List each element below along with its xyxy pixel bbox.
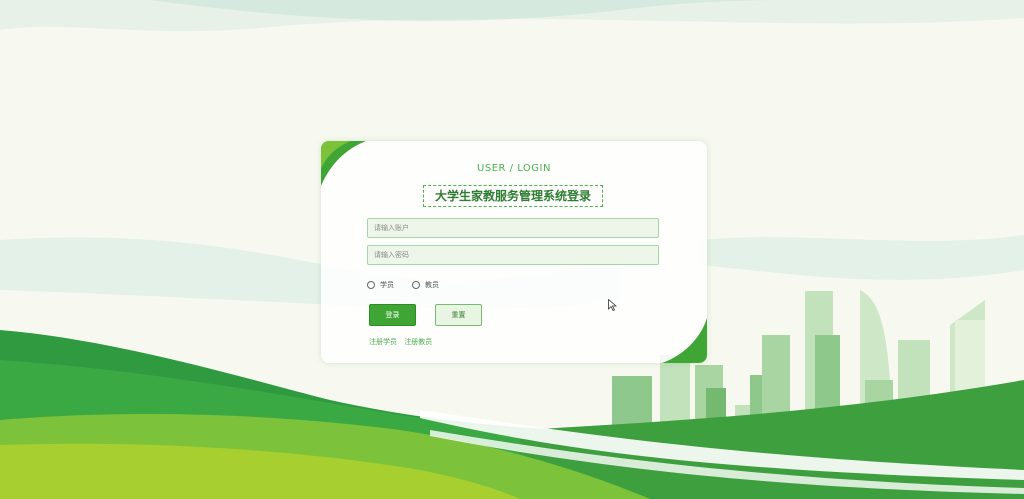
role-radio-teacher[interactable] [412, 281, 420, 289]
page-title: 大学生家教服务管理系统登录 [423, 185, 603, 207]
role-label-teacher: 教员 [425, 281, 439, 289]
register-teacher-link[interactable]: 注册教员 [404, 338, 432, 346]
login-subtitle: USER / LOGIN [477, 163, 551, 174]
role-radio-student[interactable] [367, 281, 375, 289]
register-links: 注册学员 注册教员 [369, 337, 437, 347]
login-card: USER / LOGIN 大学生家教服务管理系统登录 请输入账户 请输入密码 学… [321, 141, 707, 363]
login-button[interactable]: 登录 [369, 304, 416, 326]
mouse-cursor-icon [608, 299, 617, 311]
username-input[interactable]: 请输入账户 [367, 218, 659, 238]
role-selector: 学员 教员 [367, 280, 457, 290]
password-input[interactable]: 请输入密码 [367, 245, 659, 265]
card-corner-decoration [662, 318, 707, 363]
role-label-student: 学员 [380, 281, 394, 289]
reset-button[interactable]: 重置 [435, 304, 482, 326]
register-student-link[interactable]: 注册学员 [369, 338, 397, 346]
